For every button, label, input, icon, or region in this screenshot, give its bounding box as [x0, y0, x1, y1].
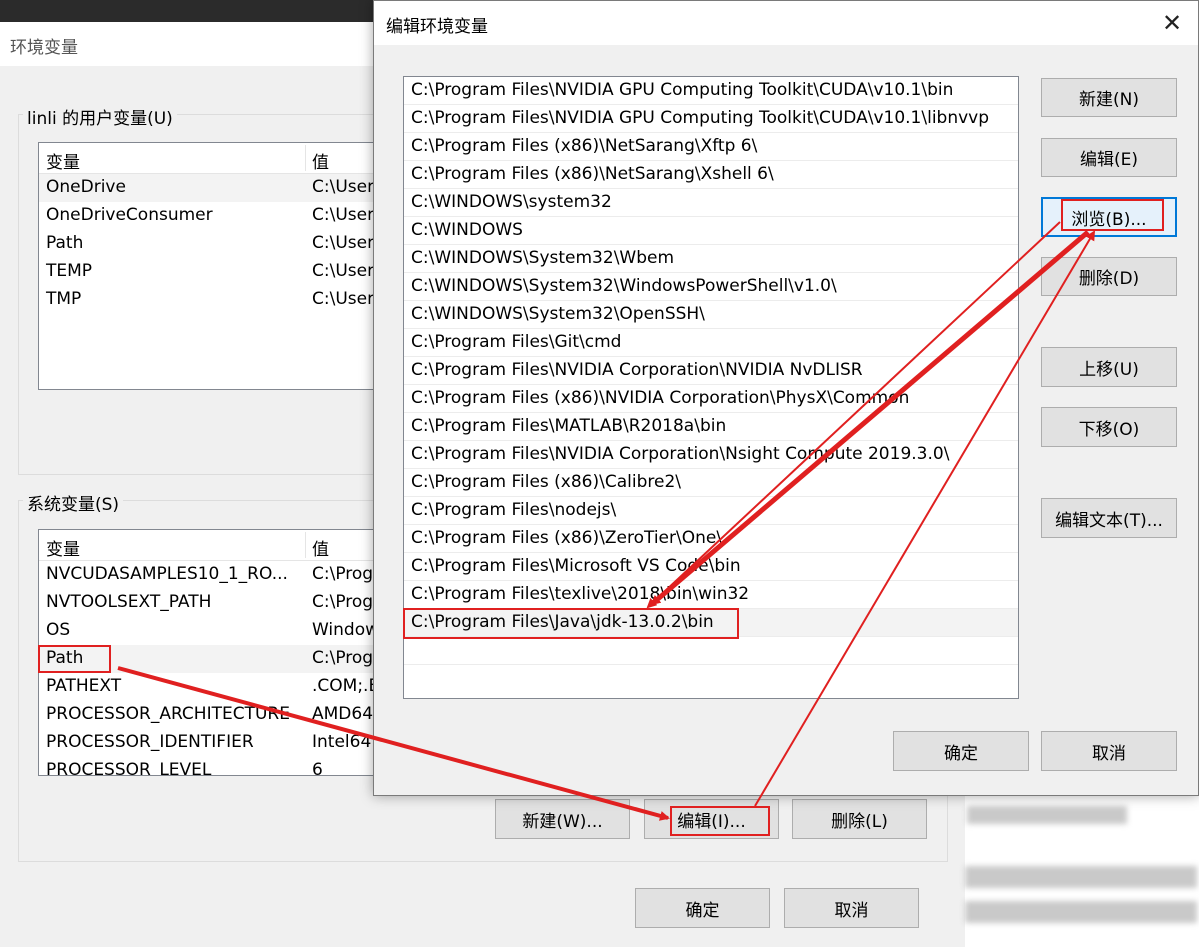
list-item[interactable]: C:\Program Files\NVIDIA Corporation\Nsig…: [404, 441, 1018, 469]
edit-button[interactable]: 编辑(E): [1041, 138, 1177, 177]
system-vars-list[interactable]: 变量 值 NVCUDASAMPLES10_1_RO... C:\Prog NVTO…: [38, 529, 378, 776]
list-item[interactable]: C:\Program Files (x86)\NetSarang\Xshell …: [404, 161, 1018, 189]
table-row[interactable]: PATHEXT .COM;.E: [39, 673, 377, 701]
path-list[interactable]: C:\Program Files\NVIDIA GPU Computing To…: [403, 76, 1019, 699]
table-row[interactable]: TEMP C:\User: [39, 258, 377, 286]
list-item[interactable]: C:\Program Files\Microsoft VS Code\bin: [404, 553, 1018, 581]
col-variable[interactable]: 变量: [46, 535, 80, 560]
user-vars-group-label: linli 的用户变量(U): [23, 104, 177, 129]
blurred-region: [965, 796, 1199, 947]
edit-text-button[interactable]: 编辑文本(T)...: [1041, 498, 1177, 538]
list-item[interactable]: C:\WINDOWS: [404, 217, 1018, 245]
edit-env-dialog: 编辑环境变量 ✕ C:\Program Files\NVIDIA GPU Com…: [373, 0, 1199, 796]
table-row[interactable]: Path C:\User: [39, 230, 377, 258]
list-item[interactable]: C:\Program Files\MATLAB\R2018a\bin: [404, 413, 1018, 441]
list-item[interactable]: C:\Program Files\texlive\2018\bin\win32: [404, 581, 1018, 609]
dialog-titlebar: [374, 1, 1198, 45]
list-item[interactable]: C:\Program Files (x86)\NetSarang\Xftp 6\: [404, 133, 1018, 161]
list-item[interactable]: C:\Program Files (x86)\Calibre2\: [404, 469, 1018, 497]
table-row[interactable]: PROCESSOR_IDENTIFIER Intel64: [39, 729, 377, 757]
table-row[interactable]: TMP C:\User: [39, 286, 377, 314]
table-row[interactable]: NVCUDASAMPLES10_1_RO... C:\Prog: [39, 561, 377, 589]
table-row[interactable]: OneDriveConsumer C:\User: [39, 202, 377, 230]
background-desktop: [0, 0, 375, 22]
list-item[interactable]: C:\Program Files\Git\cmd: [404, 329, 1018, 357]
table-row[interactable]: PROCESSOR_LEVEL 6: [39, 757, 377, 775]
move-up-button[interactable]: 上移(U): [1041, 347, 1177, 387]
cancel-button[interactable]: 取消: [1041, 731, 1177, 771]
sys-delete-button[interactable]: 删除(L): [792, 799, 927, 839]
list-item[interactable]: C:\Program Files\Java\jdk-13.0.2\bin: [404, 609, 1018, 637]
list-item[interactable]: C:\WINDOWS\System32\OpenSSH\: [404, 301, 1018, 329]
list-item[interactable]: C:\WINDOWS\System32\Wbem: [404, 245, 1018, 273]
ok-button[interactable]: 确定: [893, 731, 1029, 771]
col-variable[interactable]: 变量: [46, 148, 80, 173]
user-vars-header: 变量 值: [39, 143, 377, 174]
table-row[interactable]: OS Window: [39, 617, 377, 645]
table-row[interactable]: OneDrive C:\User: [39, 174, 377, 202]
user-vars-list[interactable]: 变量 值 OneDrive C:\User OneDriveConsumer C:\…: [38, 142, 378, 390]
list-item[interactable]: C:\Program Files\nodejs\: [404, 497, 1018, 525]
new-button[interactable]: 新建(N): [1041, 78, 1177, 117]
col-value[interactable]: 值: [312, 148, 329, 173]
browse-button[interactable]: 浏览(B)...: [1041, 197, 1177, 237]
list-item[interactable]: C:\Program Files\NVIDIA GPU Computing To…: [404, 77, 1018, 105]
env-cancel-button[interactable]: 取消: [784, 888, 919, 928]
list-item[interactable]: C:\Program Files\NVIDIA Corporation\NVID…: [404, 357, 1018, 385]
list-item[interactable]: C:\Program Files (x86)\NVIDIA Corporatio…: [404, 385, 1018, 413]
col-value[interactable]: 值: [312, 535, 329, 560]
delete-button[interactable]: 删除(D): [1041, 257, 1177, 296]
table-row[interactable]: NVTOOLSEXT_PATH C:\Prog: [39, 589, 377, 617]
env-ok-button[interactable]: 确定: [635, 888, 770, 928]
system-vars-group-label: 系统变量(S): [23, 490, 124, 515]
table-row[interactable]: PROCESSOR_ARCHITECTURE AMD64: [39, 701, 377, 729]
dialog-title: 编辑环境变量: [386, 17, 488, 37]
table-row[interactable]: Path C:\Prog: [39, 645, 377, 673]
sys-edit-button[interactable]: 编辑(I)...: [644, 799, 779, 839]
system-vars-header: 变量 值: [39, 530, 377, 561]
list-item[interactable]: C:\Program Files\NVIDIA GPU Computing To…: [404, 105, 1018, 133]
list-item[interactable]: C:\Program Files (x86)\ZeroTier\One\: [404, 525, 1018, 553]
list-item[interactable]: C:\WINDOWS\System32\WindowsPowerShell\v1…: [404, 273, 1018, 301]
env-window-title: 环境变量: [10, 38, 78, 58]
move-down-button[interactable]: 下移(O): [1041, 407, 1177, 447]
sys-new-button[interactable]: 新建(W)...: [495, 799, 630, 839]
list-item-empty[interactable]: [404, 637, 1018, 665]
close-icon[interactable]: ✕: [1162, 9, 1182, 37]
list-item[interactable]: C:\WINDOWS\system32: [404, 189, 1018, 217]
